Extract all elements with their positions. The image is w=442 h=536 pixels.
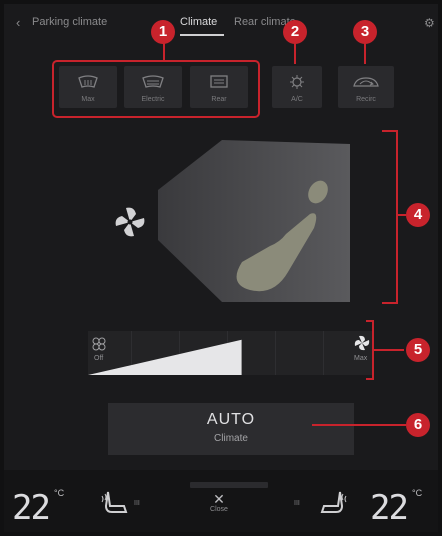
fan-icon bbox=[115, 207, 145, 237]
fan-off-label: Off bbox=[94, 355, 104, 362]
callout-bracket-5-bottom bbox=[366, 378, 374, 380]
auto-climate-button[interactable]: AUTO Climate bbox=[108, 403, 354, 455]
recirculation-icon bbox=[353, 77, 379, 87]
close-button[interactable]: ✕ Close bbox=[194, 492, 244, 513]
driver-temperature-unit: °C bbox=[54, 488, 65, 498]
callout-5: 5 bbox=[406, 338, 430, 362]
bottom-climate-bar: 22 °C III ✕ Close III 22 °C bbox=[4, 470, 438, 532]
callout-bracket-4 bbox=[396, 130, 398, 304]
callout-line-3 bbox=[364, 42, 366, 64]
close-label: Close bbox=[210, 506, 228, 513]
rear-defrost-label: Rear bbox=[211, 96, 227, 103]
callout-2: 2 bbox=[283, 20, 307, 44]
windscreen-defrost-max-icon bbox=[78, 75, 98, 88]
max-defrost-label: Max bbox=[81, 96, 95, 103]
snowflake-icon bbox=[290, 75, 304, 89]
driver-temperature[interactable]: 22 bbox=[12, 488, 51, 528]
driver-seat-heat-level: III bbox=[134, 500, 140, 507]
max-defrost-button[interactable]: Max bbox=[59, 66, 117, 108]
recirculation-label: Recirc bbox=[356, 96, 376, 103]
windscreen-defrost-electric-icon bbox=[142, 75, 164, 88]
tab-climate[interactable]: Climate bbox=[180, 16, 217, 28]
fan-max-icon bbox=[354, 335, 370, 351]
active-tab-indicator bbox=[180, 34, 224, 36]
callout-1: 1 bbox=[151, 20, 175, 44]
ac-label: A/C bbox=[291, 96, 303, 103]
callout-line-6 bbox=[312, 424, 406, 426]
fan-level-fill bbox=[88, 339, 242, 375]
passenger-seat-heat-level: III bbox=[294, 500, 300, 507]
callout-line-2 bbox=[294, 42, 296, 64]
settings-icon[interactable]: ⚙ bbox=[424, 16, 435, 30]
callout-line-5 bbox=[374, 349, 404, 351]
electric-defrost-label: Electric bbox=[141, 96, 165, 103]
callout-line-1 bbox=[163, 42, 165, 60]
rear-defrost-button[interactable]: Rear bbox=[190, 66, 248, 108]
ac-button[interactable]: A/C bbox=[272, 66, 322, 108]
airflow-distribution-diagram[interactable] bbox=[74, 130, 374, 310]
fan-speed-slider[interactable]: Off Max bbox=[88, 331, 374, 375]
fan-low-icon bbox=[92, 337, 106, 351]
screen-frame: ‹ Parking climate Climate Rear climate ⚙… bbox=[0, 0, 442, 536]
back-chevron-icon[interactable]: ‹ bbox=[16, 16, 30, 30]
electric-defrost-button[interactable]: Electric bbox=[124, 66, 182, 108]
passenger-temperature[interactable]: 22 bbox=[370, 488, 409, 528]
callout-3: 3 bbox=[353, 20, 377, 44]
recirculation-button[interactable]: Recirc bbox=[338, 66, 394, 108]
climate-screen: ‹ Parking climate Climate Rear climate ⚙… bbox=[4, 4, 438, 532]
passenger-seat-heating-icon[interactable] bbox=[310, 488, 350, 518]
rear-window-defrost-icon bbox=[210, 75, 228, 88]
callout-4: 4 bbox=[406, 203, 430, 227]
fan-level-indicator bbox=[88, 339, 242, 375]
close-icon: ✕ bbox=[213, 491, 225, 507]
passenger-temperature-unit: °C bbox=[412, 488, 423, 498]
callout-bracket-4-bottom bbox=[382, 302, 398, 304]
auto-climate-subtitle: Climate bbox=[214, 433, 248, 444]
driver-seat-heating-icon[interactable] bbox=[98, 488, 138, 518]
close-handle[interactable] bbox=[190, 482, 268, 488]
fan-max-label: Max bbox=[354, 355, 368, 362]
callout-line-4 bbox=[398, 214, 406, 216]
callout-6: 6 bbox=[406, 413, 430, 437]
tab-parking-climate[interactable]: Parking climate bbox=[32, 16, 107, 28]
auto-climate-title: AUTO bbox=[206, 411, 256, 428]
